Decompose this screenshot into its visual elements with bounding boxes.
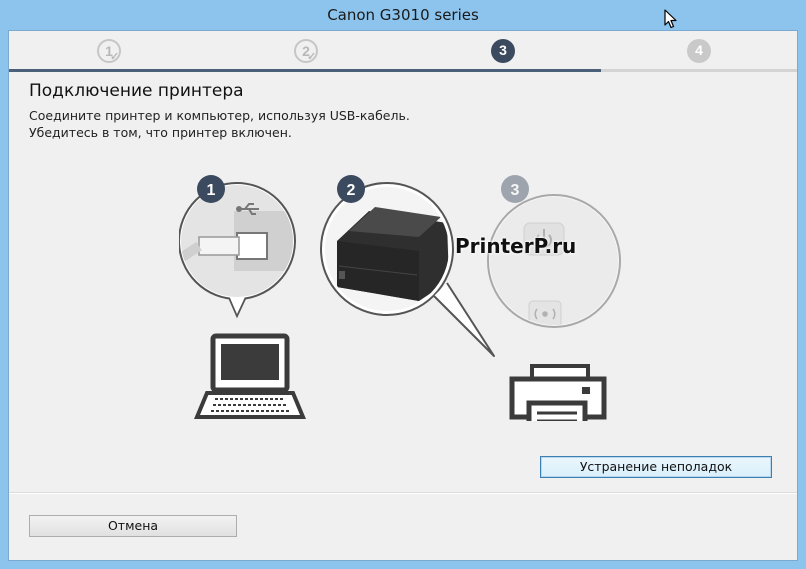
mouse-cursor-icon xyxy=(664,9,677,29)
check-icon: ✓ xyxy=(110,51,120,63)
instruction-line-1: Соедините принтер и компьютер, используя… xyxy=(29,108,410,123)
window-title: Canon G3010 series xyxy=(327,6,479,24)
callout-panel xyxy=(487,194,621,329)
step-callout-3: 3 xyxy=(501,175,529,203)
progress-remaining xyxy=(601,69,797,72)
step-4-indicator: 4 xyxy=(687,39,711,63)
troubleshoot-button[interactable]: Устранение неполадок xyxy=(540,456,772,478)
callout-2-number: 2 xyxy=(347,182,356,199)
check-icon: ✓ xyxy=(307,51,317,63)
callout-1-number: 1 xyxy=(207,182,216,199)
step-3-number: 3 xyxy=(499,42,507,58)
window-client-area: 1 ✓ 2 ✓ 3 4 Подключение принтера Соедини… xyxy=(8,30,798,561)
step-4-number: 4 xyxy=(695,42,703,58)
step-indicator: 1 ✓ 2 ✓ 3 4 xyxy=(9,31,797,72)
instruction-line-2: Убедитесь в том, что принтер включен. xyxy=(29,125,292,140)
printer-icon xyxy=(509,364,607,421)
step-callout-2: 2 xyxy=(337,175,365,203)
step-2-indicator: 2 ✓ xyxy=(294,39,318,63)
callout-3-number: 3 xyxy=(511,182,520,199)
cancel-button[interactable]: Отмена xyxy=(29,515,237,537)
step-1-indicator: 1 ✓ xyxy=(97,39,121,63)
installer-window: Canon G3010 series 1 ✓ 2 ✓ 3 4 Подключен… xyxy=(0,0,806,569)
page-title: Подключение принтера xyxy=(29,81,244,101)
step-3-indicator: 3 xyxy=(491,39,515,63)
watermark: PrinterP.ru xyxy=(455,234,577,258)
progress-completed xyxy=(9,69,601,72)
laptop-icon xyxy=(194,333,306,419)
instructions: Соедините принтер и компьютер, используя… xyxy=(29,107,410,141)
step-callout-1: 1 xyxy=(197,175,225,203)
callout-usb xyxy=(179,182,296,319)
connection-illustration: 1 2 3 xyxy=(179,175,621,421)
callout-printer xyxy=(320,182,495,357)
footer-divider xyxy=(9,492,797,494)
